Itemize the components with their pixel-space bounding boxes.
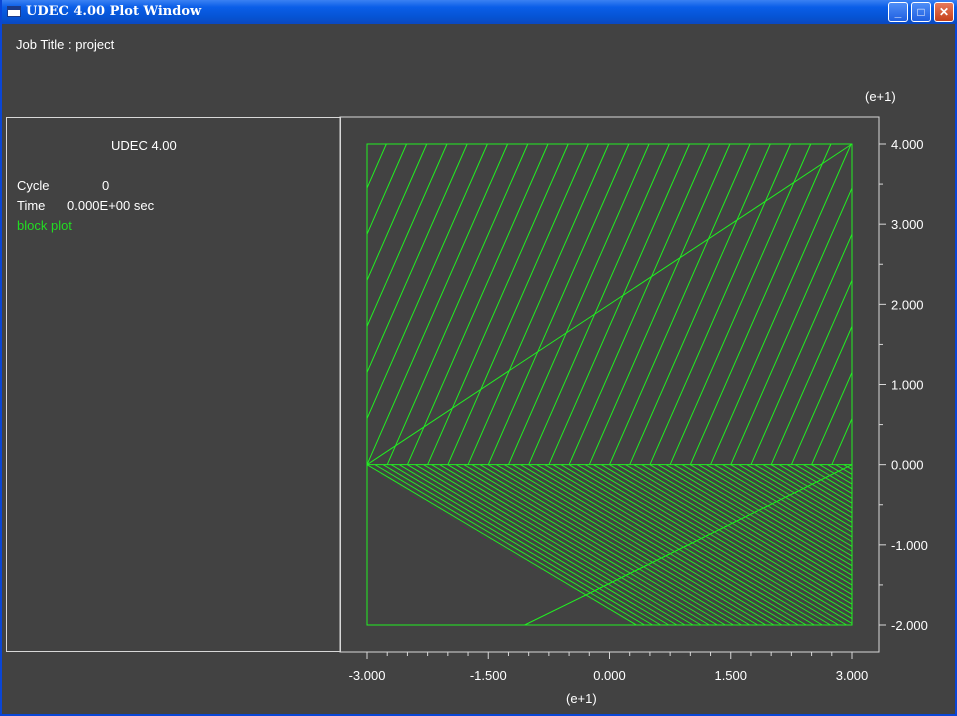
joint-line bbox=[487, 464, 758, 626]
joint-line bbox=[649, 464, 853, 586]
joint-line bbox=[601, 464, 853, 615]
joint-line bbox=[770, 280, 853, 465]
joint-line bbox=[790, 326, 853, 465]
joint-line bbox=[669, 143, 812, 465]
x-tick-label: 1.500 bbox=[714, 668, 747, 683]
y-tick-label: 1.000 bbox=[891, 378, 924, 393]
joint-line bbox=[649, 143, 791, 465]
joint-line bbox=[787, 464, 853, 504]
joint-line bbox=[629, 143, 771, 465]
joint-line bbox=[778, 464, 853, 509]
y-tick-label: -2.000 bbox=[891, 618, 928, 633]
joint-line bbox=[386, 143, 529, 465]
joint-line bbox=[366, 143, 387, 189]
joint-line bbox=[811, 372, 853, 465]
joint-line bbox=[689, 143, 832, 465]
joint-line bbox=[366, 143, 509, 465]
joint-line bbox=[681, 464, 853, 567]
joint-line bbox=[366, 143, 448, 327]
joint-line bbox=[427, 143, 569, 465]
joint-line bbox=[447, 464, 718, 626]
joint-line bbox=[512, 464, 783, 626]
joint-line bbox=[496, 464, 767, 626]
joint-line bbox=[467, 143, 610, 465]
joint-line bbox=[710, 143, 852, 465]
joint-line bbox=[730, 464, 853, 538]
x-axis-ticks: -3.000 -1.500 0.000 1.500 3.000 bbox=[349, 652, 869, 683]
joint-line bbox=[463, 464, 734, 626]
joint-line bbox=[520, 464, 791, 626]
crossing-joint-line bbox=[366, 143, 853, 466]
joint-line bbox=[536, 464, 807, 626]
joint-line bbox=[423, 464, 694, 626]
joint-line bbox=[698, 464, 853, 557]
joint-line bbox=[366, 464, 637, 626]
y-tick-label: -1.000 bbox=[891, 538, 928, 553]
joint-line bbox=[366, 143, 468, 373]
joint-line bbox=[730, 187, 853, 465]
y-tick-label: 2.000 bbox=[891, 297, 924, 312]
joint-line bbox=[399, 464, 670, 626]
joint-line bbox=[560, 464, 831, 626]
joint-line bbox=[508, 143, 650, 465]
joint-line bbox=[568, 143, 711, 465]
joint-line bbox=[447, 143, 589, 465]
y-axis-multiplier: (e+1) bbox=[865, 89, 896, 104]
joint-lines bbox=[366, 143, 853, 626]
joint-line bbox=[831, 418, 853, 465]
joint-line bbox=[722, 464, 853, 543]
joint-line bbox=[366, 143, 428, 281]
joint-line bbox=[528, 464, 799, 626]
x-tick-label: -3.000 bbox=[349, 668, 386, 683]
x-tick-label: 0.000 bbox=[593, 668, 626, 683]
joint-line bbox=[548, 143, 690, 465]
joint-line bbox=[374, 464, 645, 626]
joint-line bbox=[811, 464, 853, 490]
joint-line bbox=[625, 464, 853, 600]
joint-line bbox=[568, 464, 839, 626]
joint-line bbox=[390, 464, 661, 626]
y-tick-label: 4.000 bbox=[891, 137, 924, 152]
joint-line bbox=[706, 464, 853, 552]
joint-line bbox=[406, 143, 549, 465]
joint-line bbox=[366, 143, 488, 419]
y-tick-label: 3.000 bbox=[891, 217, 924, 232]
x-tick-label: -1.500 bbox=[470, 668, 507, 683]
joint-line bbox=[593, 464, 853, 620]
joint-line bbox=[382, 464, 653, 626]
joint-line bbox=[366, 143, 407, 235]
joint-line bbox=[407, 464, 678, 626]
y-axis-ticks: 4.000 3.000 2.000 1.000 0.000 -1.000 -2.000 bbox=[879, 137, 928, 633]
joint-line bbox=[754, 464, 853, 523]
joint-line bbox=[544, 464, 815, 626]
y-tick-label: 0.000 bbox=[891, 458, 924, 473]
joint-line bbox=[528, 143, 670, 465]
joint-line bbox=[471, 464, 742, 626]
joint-line bbox=[576, 464, 847, 626]
joint-line bbox=[762, 464, 853, 519]
joint-line bbox=[504, 464, 775, 626]
joint-line bbox=[750, 233, 853, 465]
block-plot-chart: 4.000 3.000 2.000 1.000 0.000 -1.000 -2.000 -3… bbox=[339, 89, 928, 706]
joint-line bbox=[487, 143, 630, 465]
plot-window: UDEC 4.00 Plot Window _ □ ✕ Job Title : … bbox=[0, 0, 957, 716]
joint-line bbox=[455, 464, 726, 626]
joint-line bbox=[617, 464, 853, 605]
joint-line bbox=[479, 464, 750, 626]
x-axis-multiplier: (e+1) bbox=[566, 691, 597, 706]
joint-line bbox=[609, 143, 751, 465]
joint-line bbox=[673, 464, 853, 571]
joint-line bbox=[657, 464, 853, 581]
x-tick-label: 3.000 bbox=[836, 668, 869, 683]
joint-line bbox=[415, 464, 686, 626]
joint-line bbox=[431, 464, 702, 626]
